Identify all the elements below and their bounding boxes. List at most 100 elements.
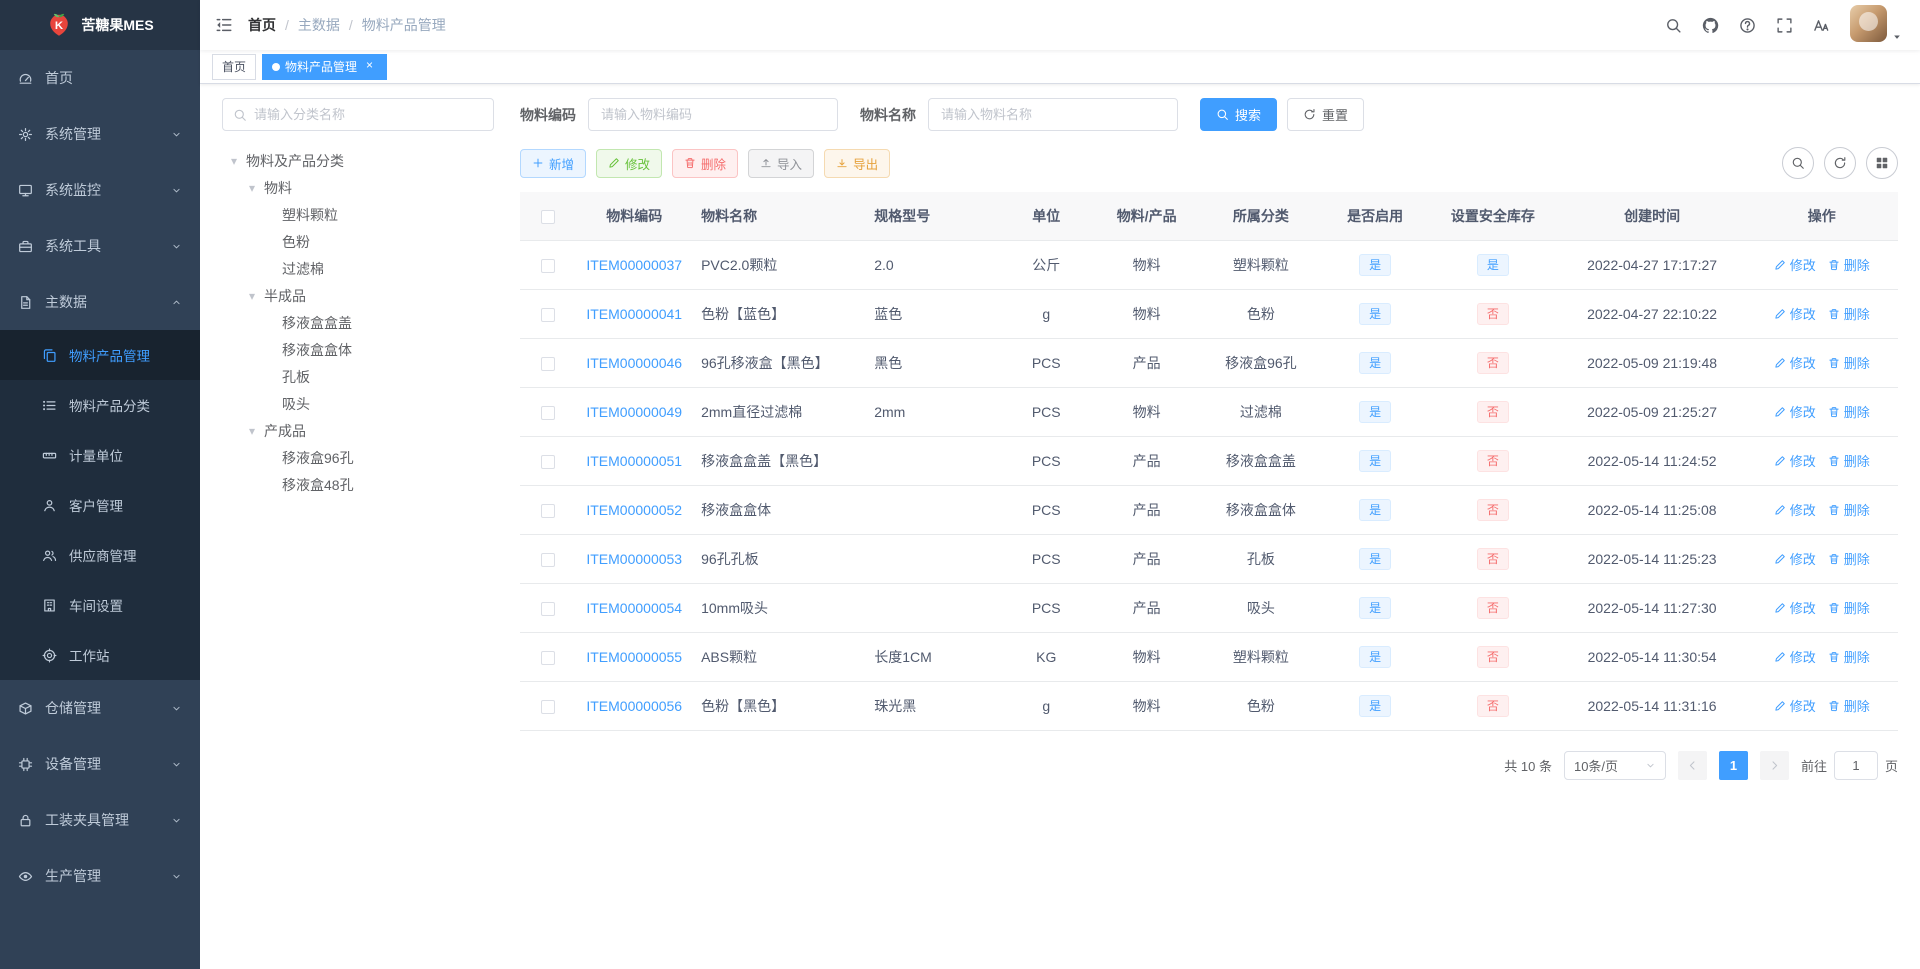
tree-node[interactable]: 移液盒盒体 xyxy=(222,336,494,363)
material-code-link[interactable]: ITEM00000055 xyxy=(586,649,682,665)
row-delete-button[interactable]: 删除 xyxy=(1828,549,1870,568)
tree-expander-icon[interactable]: ▾ xyxy=(244,424,260,438)
delete-button[interactable]: 删除 xyxy=(672,148,739,178)
sidebar-item-customer-manage[interactable]: 客户管理 xyxy=(0,480,200,530)
row-checkbox[interactable] xyxy=(540,356,555,371)
material-code-input[interactable] xyxy=(588,98,838,131)
tree-node[interactable]: ▾ 物料及产品分类 xyxy=(222,147,494,174)
sidebar-item-warehouse[interactable]: 仓储管理 xyxy=(0,680,200,736)
tree-expander-icon[interactable]: ▾ xyxy=(226,154,242,168)
export-button[interactable]: 导出 xyxy=(824,148,891,178)
sidebar-item-measure-unit[interactable]: 计量单位 xyxy=(0,430,200,480)
sidebar-item-workshop-setting[interactable]: 车间设置 xyxy=(0,580,200,630)
tree-node[interactable]: 移液盒48孔 xyxy=(222,471,494,498)
material-name-input[interactable] xyxy=(928,98,1178,131)
tree-expander-icon[interactable]: ▾ xyxy=(244,289,260,303)
sidebar-item-material-product-category[interactable]: 物料产品分类 xyxy=(0,380,200,430)
row-checkbox[interactable] xyxy=(540,699,555,714)
sidebar-item-material-product-manage[interactable]: 物料产品管理 xyxy=(0,330,200,380)
add-button[interactable]: 新增 xyxy=(520,148,587,178)
row-edit-button[interactable]: 修改 xyxy=(1774,696,1816,715)
page-size-select[interactable]: 10条/页 xyxy=(1563,750,1666,780)
tree-node[interactable]: 移液盒盒盖 xyxy=(222,309,494,336)
row-checkbox[interactable] xyxy=(540,601,555,616)
reset-button[interactable]: 重置 xyxy=(1287,98,1365,131)
row-checkbox[interactable] xyxy=(540,454,555,469)
material-code-link[interactable]: ITEM00000052 xyxy=(586,502,682,518)
prev-page-button[interactable] xyxy=(1677,750,1707,780)
user-menu[interactable] xyxy=(1840,4,1910,46)
row-delete-button[interactable]: 删除 xyxy=(1828,647,1870,666)
material-code-link[interactable]: ITEM00000041 xyxy=(586,306,682,322)
next-page-button[interactable] xyxy=(1759,750,1789,780)
row-checkbox[interactable] xyxy=(540,552,555,567)
row-delete-button[interactable]: 删除 xyxy=(1828,402,1870,421)
search-button[interactable]: 搜索 xyxy=(1200,98,1278,131)
material-code-link[interactable]: ITEM00000037 xyxy=(586,257,682,273)
material-code-link[interactable]: ITEM00000054 xyxy=(586,600,682,616)
import-button[interactable]: 导入 xyxy=(748,148,815,178)
goto-page-input[interactable] xyxy=(1833,750,1878,780)
breadcrumb-item[interactable]: 首页 xyxy=(248,15,276,35)
tree-node[interactable]: ▾ 半成品 xyxy=(222,282,494,309)
close-icon[interactable]: × xyxy=(362,59,377,74)
sidebar-toggle-icon[interactable] xyxy=(200,0,248,50)
row-edit-button[interactable]: 修改 xyxy=(1774,598,1816,617)
material-code-link[interactable]: ITEM00000051 xyxy=(586,453,682,469)
sidebar-item-equipment[interactable]: 设备管理 xyxy=(0,736,200,792)
tree-node[interactable]: 塑料颗粒 xyxy=(222,201,494,228)
app-logo[interactable]: K 苦糖果MES xyxy=(0,0,200,50)
row-checkbox[interactable] xyxy=(540,405,555,420)
row-checkbox[interactable] xyxy=(540,307,555,322)
sidebar-item-supplier-manage[interactable]: 供应商管理 xyxy=(0,530,200,580)
select-all-checkbox[interactable] xyxy=(540,209,555,224)
sidebar-item-home[interactable]: 首页 xyxy=(0,50,200,106)
tree-node[interactable]: ▾ 物料 xyxy=(222,174,494,201)
row-edit-button[interactable]: 修改 xyxy=(1774,451,1816,470)
breadcrumb-item[interactable]: 主数据 xyxy=(298,15,340,35)
help-icon[interactable] xyxy=(1729,0,1766,50)
row-checkbox[interactable] xyxy=(540,258,555,273)
row-edit-button[interactable]: 修改 xyxy=(1774,500,1816,519)
row-delete-button[interactable]: 删除 xyxy=(1828,696,1870,715)
material-code-link[interactable]: ITEM00000053 xyxy=(586,551,682,567)
sidebar-item-system-admin[interactable]: 系统管理 xyxy=(0,106,200,162)
column-settings-button[interactable] xyxy=(1866,147,1898,179)
row-delete-button[interactable]: 删除 xyxy=(1828,255,1870,274)
row-delete-button[interactable]: 删除 xyxy=(1828,451,1870,470)
tags-view-tag[interactable]: 首页 xyxy=(212,53,257,80)
row-delete-button[interactable]: 删除 xyxy=(1828,304,1870,323)
header-search-icon[interactable] xyxy=(1655,0,1692,50)
material-code-link[interactable]: ITEM00000046 xyxy=(586,355,682,371)
sidebar-item-master-data[interactable]: 主数据 xyxy=(0,274,200,330)
row-delete-button[interactable]: 删除 xyxy=(1828,353,1870,372)
row-checkbox[interactable] xyxy=(540,650,555,665)
row-edit-button[interactable]: 修改 xyxy=(1774,353,1816,372)
tree-node[interactable]: 吸头 xyxy=(222,390,494,417)
row-edit-button[interactable]: 修改 xyxy=(1774,255,1816,274)
page-number-button[interactable]: 1 xyxy=(1718,750,1748,780)
tree-node[interactable]: ▾ 产成品 xyxy=(222,417,494,444)
row-edit-button[interactable]: 修改 xyxy=(1774,647,1816,666)
row-delete-button[interactable]: 删除 xyxy=(1828,500,1870,519)
sidebar-item-system-monitor[interactable]: 系统监控 xyxy=(0,162,200,218)
row-edit-button[interactable]: 修改 xyxy=(1774,304,1816,323)
github-icon[interactable] xyxy=(1692,0,1729,50)
font-size-icon[interactable] xyxy=(1803,0,1840,50)
row-edit-button[interactable]: 修改 xyxy=(1774,549,1816,568)
tags-view-tag[interactable]: 物料产品管理 × xyxy=(262,53,388,80)
row-checkbox[interactable] xyxy=(540,503,555,518)
row-delete-button[interactable]: 删除 xyxy=(1828,598,1870,617)
sidebar-item-production[interactable]: 生产管理 xyxy=(0,848,200,904)
tree-node[interactable]: 孔板 xyxy=(222,363,494,390)
sidebar-item-fixtures[interactable]: 工装夹具管理 xyxy=(0,792,200,848)
sidebar-item-workstation[interactable]: 工作站 xyxy=(0,630,200,680)
edit-button[interactable]: 修改 xyxy=(596,148,663,178)
material-code-link[interactable]: ITEM00000049 xyxy=(586,404,682,420)
row-edit-button[interactable]: 修改 xyxy=(1774,402,1816,421)
tree-node[interactable]: 色粉 xyxy=(222,228,494,255)
refresh-table-button[interactable] xyxy=(1824,147,1856,179)
fullscreen-icon[interactable] xyxy=(1766,0,1803,50)
toggle-search-button[interactable] xyxy=(1782,147,1814,179)
tree-expander-icon[interactable]: ▾ xyxy=(244,181,260,195)
